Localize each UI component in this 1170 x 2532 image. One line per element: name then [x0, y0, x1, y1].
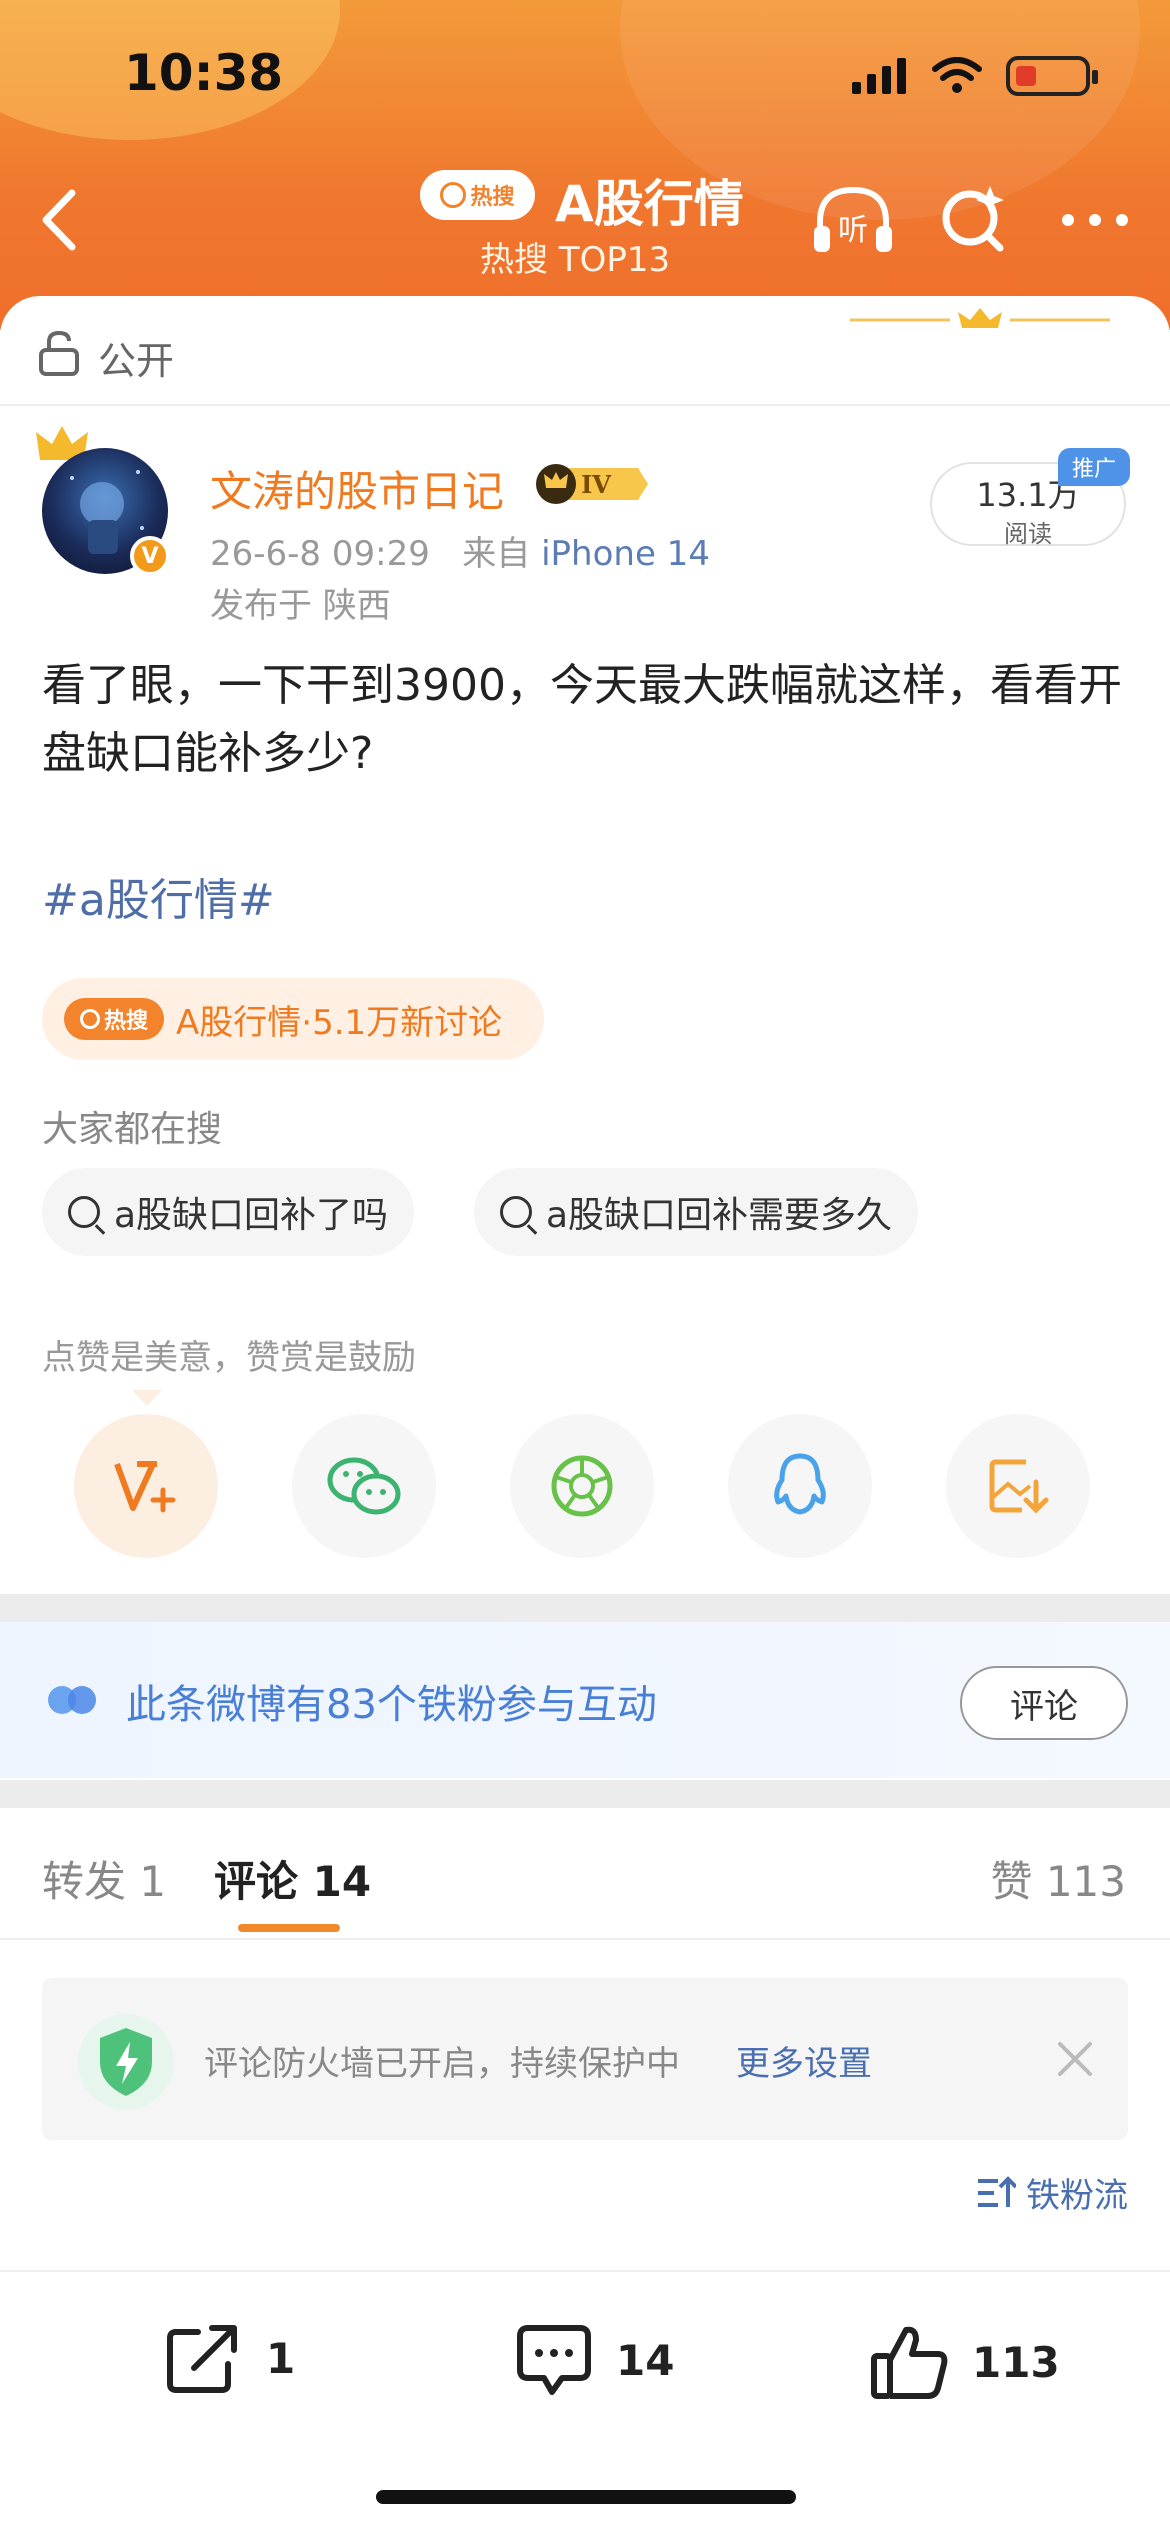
fans-comment-button[interactable]: 评论: [960, 1666, 1128, 1740]
tab-likes[interactable]: 赞 113: [990, 1848, 1126, 1909]
hot-topic-chip[interactable]: 热搜 A股行情·5.1万新讨论: [42, 978, 544, 1060]
verified-badge: V: [130, 536, 170, 576]
promo-tag: 推广: [1058, 448, 1130, 486]
post-date: 26-6-8 09:29: [210, 534, 430, 574]
save-image-button[interactable]: [946, 1414, 1090, 1558]
reward-icon: [114, 1461, 176, 1513]
unlock-icon: [39, 330, 79, 376]
post-device[interactable]: iPhone 14: [541, 534, 710, 574]
username[interactable]: 文涛的股市日记: [210, 458, 504, 519]
repost-icon: [167, 2325, 237, 2393]
hot-search-badge: 热搜: [420, 170, 535, 220]
hot-topic-text: A股行情·5.1万新讨论: [176, 1002, 503, 1043]
search-icon: [68, 1196, 100, 1228]
hot-topic-badge: 热搜: [64, 998, 164, 1040]
firewall-text: 评论防火墙已开启，持续保护中: [204, 2044, 680, 2084]
comment-button[interactable]: 14: [514, 2322, 674, 2398]
source-prefix: 来自: [462, 534, 531, 574]
visibility-row: 公开: [0, 296, 1170, 406]
sort-icon: [978, 2175, 1016, 2207]
title-group[interactable]: 热搜 A股行情 热搜 TOP13: [420, 160, 760, 280]
close-icon[interactable]: [1054, 2038, 1096, 2080]
share-moments-button[interactable]: [510, 1414, 654, 1558]
page-subtitle: 热搜 TOP13: [480, 240, 671, 280]
shield-icon: [78, 2014, 174, 2110]
share-qq-button[interactable]: [728, 1414, 872, 1558]
qq-icon: [774, 1453, 826, 1515]
like-button[interactable]: 113: [870, 2322, 1060, 2402]
comment-icon: [517, 2325, 591, 2395]
crown-decoration-icon: [850, 308, 1110, 328]
search-icon[interactable]: [928, 180, 1018, 260]
search-suggestion-chip[interactable]: a股缺口回补需要多久: [474, 1168, 919, 1256]
fans-icon: [48, 1686, 96, 1714]
more-icon[interactable]: [1050, 180, 1140, 260]
search-suggestion-text: a股缺口回补了吗: [114, 1195, 389, 1236]
level-label: IV: [581, 470, 611, 499]
search-icon: [79, 1009, 100, 1029]
post-text: 看了眼，一下干到3900，今天最大跌幅就这样，看看开盘缺口能补多少?: [42, 660, 1122, 779]
reward-button[interactable]: [74, 1414, 218, 1558]
back-icon[interactable]: [30, 185, 90, 255]
wifi-icon: [932, 57, 982, 93]
fans-interaction-banner: 此条微博有83个铁粉参与互动 评论: [0, 1622, 1170, 1778]
hot-topic-badge-label: 热搜: [103, 1009, 148, 1034]
sort-toggle[interactable]: 铁粉流: [976, 2168, 1128, 2217]
level-badge-icon: IV: [536, 464, 648, 504]
home-indicator[interactable]: [376, 2490, 796, 2504]
sort-label: 铁粉流: [1026, 2176, 1128, 2216]
search-suggestions-label: 大家都在搜: [42, 1109, 223, 1150]
post-location: 发布于 陕西: [210, 586, 391, 626]
comment-count: 14: [616, 2335, 675, 2385]
listen-icon[interactable]: 听: [808, 180, 898, 260]
hashtag-link[interactable]: #a股行情#: [42, 864, 275, 928]
like-count: 113: [972, 2337, 1060, 2387]
page-title: A股行情: [555, 175, 744, 233]
more-settings-link[interactable]: 更多设置: [736, 2036, 872, 2085]
read-label: 阅读: [1004, 520, 1052, 548]
comment-firewall-notice: 评论防火墙已开启，持续保护中 更多设置: [42, 1978, 1128, 2140]
search-suggestion-text: a股缺口回补需要多久: [546, 1195, 893, 1236]
like-icon: [871, 2326, 948, 2399]
search-icon: [440, 182, 467, 208]
post-meta: 26-6-8 09:29 来自 iPhone 14: [210, 526, 710, 575]
moments-icon: [551, 1455, 613, 1517]
status-icons: [852, 56, 1098, 96]
reward-hint: 点赞是美意，赞赏是鼓励: [42, 1338, 416, 1378]
active-tab-indicator: [238, 1924, 340, 1932]
tab-repost[interactable]: 转发 1: [42, 1848, 166, 1909]
fans-interaction-text: 此条微博有83个铁粉参与互动: [126, 1682, 657, 1728]
wechat-icon: [327, 1457, 401, 1515]
signal-icon: [852, 58, 906, 94]
repost-button[interactable]: 1: [164, 2322, 295, 2394]
visibility-label: 公开: [98, 339, 175, 383]
repost-count: 1: [266, 2333, 296, 2383]
status-time: 10:38: [124, 44, 284, 102]
save-image-icon: [989, 1459, 1049, 1514]
search-suggestion-chip[interactable]: a股缺口回补了吗: [42, 1168, 415, 1256]
svg-text:听: 听: [838, 213, 868, 248]
pointer-decoration: [132, 1390, 162, 1406]
search-icon: [500, 1196, 532, 1228]
section-divider: [0, 1780, 1170, 1808]
tab-comments[interactable]: 评论 14: [214, 1848, 371, 1909]
section-divider: [0, 1594, 1170, 1622]
battery-icon: [1006, 56, 1098, 96]
header: 10:38 热搜 A股行情 热搜 TOP13 听: [0, 0, 1170, 330]
share-wechat-button[interactable]: [292, 1414, 436, 1558]
hot-search-badge-label: 热搜: [470, 185, 515, 210]
interaction-tabs: 转发 1 评论 14 赞 113: [0, 1808, 1170, 1940]
